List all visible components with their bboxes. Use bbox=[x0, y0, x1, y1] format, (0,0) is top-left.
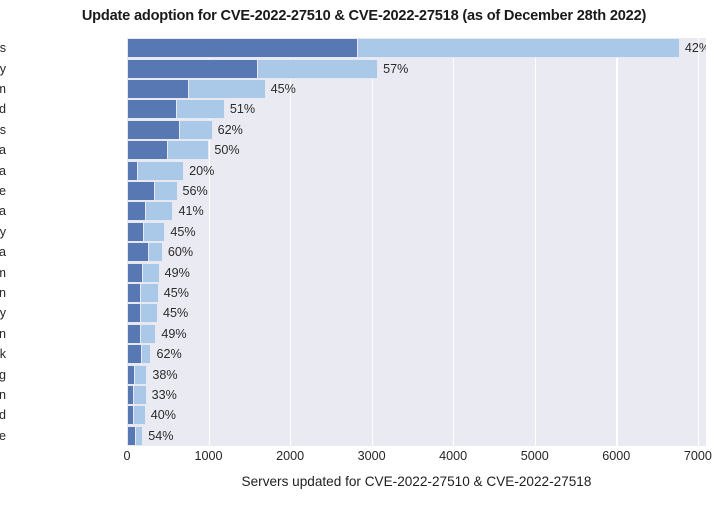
y-axis-tick-label: Australia bbox=[0, 143, 6, 158]
x-axis-tick-label: 5000 bbox=[520, 449, 549, 463]
y-axis-tick-labels: United States Germany United Kingdom Switze… bbox=[0, 38, 728, 446]
y-axis-tick-label: Switzerland bbox=[0, 102, 6, 117]
x-axis-title: Servers updated for CVE-2022-27510 & CVE… bbox=[241, 474, 592, 489]
y-axis-tick-label: Austria bbox=[0, 245, 6, 260]
y-axis-tick-label: Canada bbox=[0, 204, 6, 219]
y-axis-tick-label: United States bbox=[0, 41, 6, 56]
y-axis-tick-label: Belgium bbox=[0, 265, 6, 280]
y-axis-tick-label: Sweden bbox=[0, 286, 6, 300]
x-axis-tick-labels: 0 1000 2000 3000 4000 5000 6000 7000 bbox=[123, 449, 711, 469]
x-axis-tick-label: 0 bbox=[123, 449, 131, 463]
y-axis-tick-label: United Kingdom bbox=[0, 82, 6, 96]
y-axis-tick-label: China bbox=[0, 163, 6, 178]
y-axis-tick-label: Singapore bbox=[0, 428, 6, 443]
chart-figure: Update adoption for CVE-2022-27510 & CVE… bbox=[0, 0, 728, 506]
y-axis-tick-label: Germany bbox=[0, 61, 6, 76]
x-axis-tick-label: 6000 bbox=[602, 449, 631, 463]
x-axis-tick-label: 4000 bbox=[439, 449, 468, 463]
x-axis-tick-label: 1000 bbox=[194, 449, 223, 463]
x-axis-tick-label: 3000 bbox=[357, 449, 386, 463]
x-axis-tick-label: 2000 bbox=[276, 449, 305, 463]
y-axis-tick-label: Norway bbox=[0, 306, 6, 321]
y-axis-tick-label: France bbox=[0, 184, 6, 198]
y-axis-tick-label: Netherlands bbox=[0, 122, 6, 137]
page-title: Update adoption for CVE-2022-27510 & CVE… bbox=[81, 8, 647, 24]
y-axis-tick-label: Hong Kong bbox=[0, 367, 6, 382]
y-axis-tick-label: Ireland bbox=[0, 408, 6, 423]
y-axis-tick-label: Japan bbox=[0, 388, 6, 402]
x-axis-tick-label: 7000 bbox=[683, 449, 712, 463]
y-axis-tick-label: Spain bbox=[0, 326, 6, 341]
y-axis-tick-label: Denmark bbox=[0, 347, 6, 362]
y-axis-tick-label: Italy bbox=[0, 224, 6, 239]
